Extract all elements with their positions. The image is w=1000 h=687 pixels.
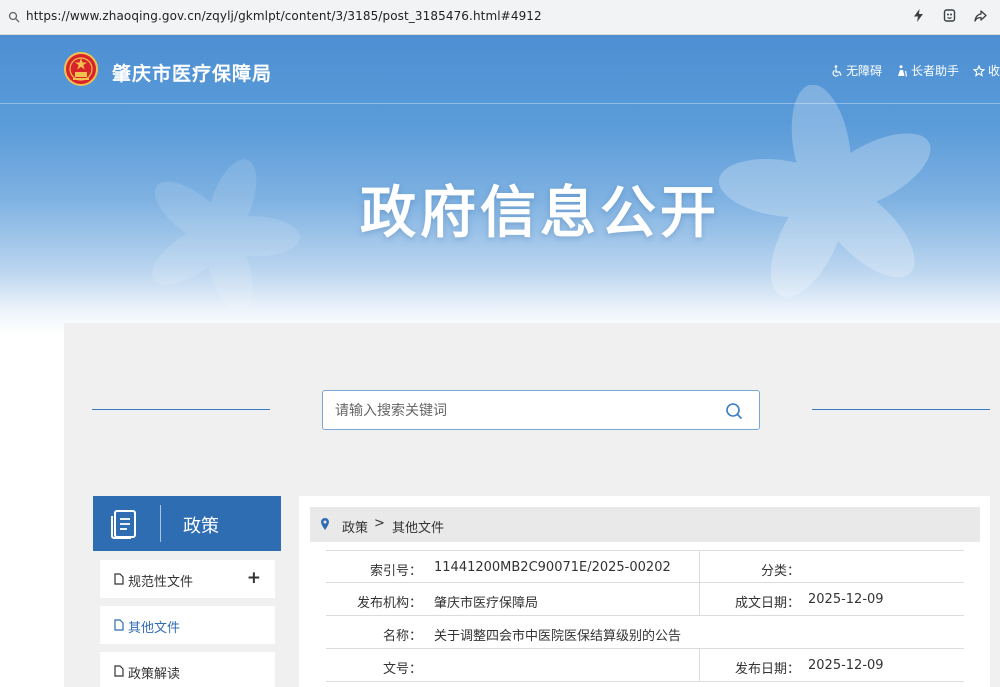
share-icon[interactable]	[973, 8, 988, 23]
lightning-icon[interactable]	[911, 8, 926, 23]
name-value: 关于调整四会市中医院医保结算级别的公告	[434, 629, 682, 644]
sidebar-item-label: 规范性文件	[128, 575, 194, 590]
elder-icon	[897, 64, 908, 77]
book-icon	[111, 510, 136, 539]
category-label: 分类：	[760, 564, 800, 579]
url-text[interactable]: https://www.zhaoqing.gov.cn/zqylj/gkmlpt…	[26, 9, 542, 23]
info-row-publisher: 发布机构： 肇庆市医疗保障局 成文日期： 2025-12-09	[326, 583, 964, 616]
sidebar-item-other-documents[interactable]: 其他文件	[100, 606, 275, 644]
header-banner: 肇庆市医疗保障局 无障碍 长者助手 收 政府信息公开	[0, 35, 1000, 335]
site-title[interactable]: 肇庆市医疗保障局	[112, 59, 272, 86]
document-icon	[114, 619, 124, 631]
hero-title-text: 政府信息公开	[360, 181, 720, 246]
elder-assistant-link[interactable]: 长者助手	[896, 62, 959, 79]
index-value: 11441200MB2C90071E/2025-00202	[434, 560, 671, 575]
sidebar-item-label: 其他文件	[128, 621, 181, 636]
sidebar-item-policy-interpretation[interactable]: 政策解读	[100, 652, 275, 687]
document-number-label: 文号：	[382, 662, 422, 677]
publisher-value: 肇庆市医疗保障局	[434, 596, 539, 611]
publish-date-value: 2025-12-09	[808, 658, 884, 673]
info-row-name: 名称： 关于调整四会市中医院医保结算级别的公告	[326, 616, 964, 649]
favorite-label: 收	[987, 64, 1000, 78]
sidebar-header: 政策	[93, 496, 281, 551]
sidebar-header-divider	[160, 505, 161, 542]
document-icon	[114, 573, 124, 585]
search-right-line	[812, 409, 990, 410]
sidebar-item-normative-documents[interactable]: 规范性文件 +	[100, 560, 275, 598]
breadcrumb-separator: >	[374, 516, 385, 531]
created-date-value: 2025-12-09	[808, 592, 884, 607]
breadcrumb: 政策 > 其他文件	[310, 507, 980, 542]
favorite-link[interactable]: 收	[972, 62, 1000, 79]
search-icon[interactable]	[725, 402, 743, 420]
search-icon	[8, 11, 20, 23]
reader-mode-icon[interactable]	[942, 8, 957, 23]
expand-icon[interactable]: +	[247, 568, 261, 588]
location-pin-icon	[321, 518, 329, 530]
search-left-line	[92, 409, 270, 410]
publisher-label: 发布机构：	[356, 596, 422, 611]
breadcrumb-item-policy[interactable]: 政策	[342, 517, 368, 536]
index-label: 索引号：	[369, 564, 422, 579]
search-input[interactable]	[335, 400, 715, 422]
accessibility-link[interactable]: 无障碍	[831, 62, 882, 79]
hero-title: 政府信息公开	[0, 168, 1000, 249]
name-label: 名称：	[382, 629, 422, 644]
national-emblem-icon	[64, 52, 98, 86]
document-icon	[114, 665, 124, 677]
publish-date-label: 发布日期：	[734, 662, 800, 677]
created-date-label: 成文日期：	[734, 596, 800, 611]
star-icon	[972, 64, 985, 77]
info-row-docno: 文号： 发布日期： 2025-12-09	[326, 649, 964, 682]
browser-actions	[911, 8, 988, 23]
sidebar-item-label: 政策解读	[128, 667, 181, 682]
breadcrumb-item-other-documents[interactable]: 其他文件	[392, 517, 444, 536]
browser-address-bar[interactable]: https://www.zhaoqing.gov.cn/zqylj/gkmlpt…	[0, 0, 1000, 35]
info-row-index: 索引号： 11441200MB2C90071E/2025-00202 分类：	[326, 550, 964, 584]
sidebar-title: 政策	[183, 516, 219, 537]
accessibility-label: 无障碍	[845, 64, 882, 78]
search-box[interactable]	[322, 390, 760, 430]
elder-assistant-label: 长者助手	[910, 64, 959, 78]
document-info-table: 索引号： 11441200MB2C90071E/2025-00202 分类： 发…	[326, 550, 964, 682]
header-top-links: 无障碍 长者助手 收	[831, 62, 1000, 79]
wheelchair-icon	[832, 64, 842, 77]
